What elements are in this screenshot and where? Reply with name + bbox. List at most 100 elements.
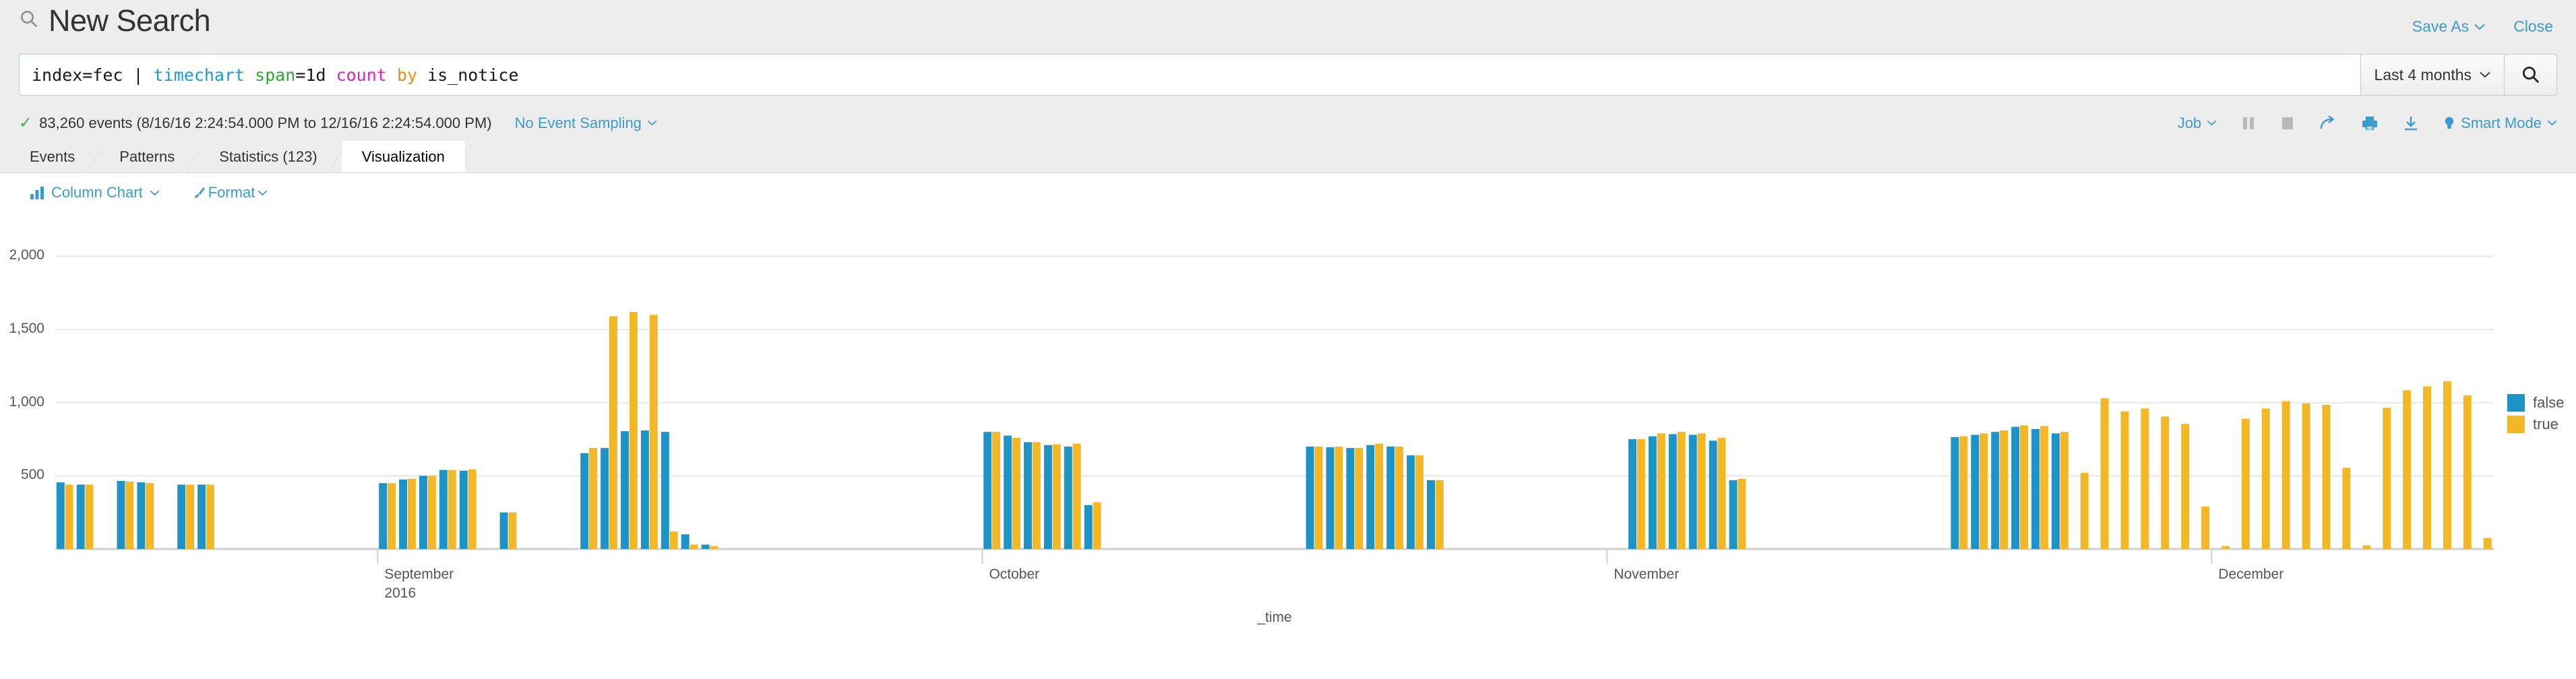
bar-true[interactable] <box>992 432 1001 549</box>
bar-false[interactable] <box>197 484 206 549</box>
bar-false[interactable] <box>419 476 427 549</box>
bar-true[interactable] <box>1435 480 1444 549</box>
save-as-button[interactable]: Save As <box>2412 18 2485 36</box>
bar-false[interactable] <box>1991 432 2000 549</box>
bar-true[interactable] <box>2100 398 2109 549</box>
bar-false[interactable] <box>1668 434 1677 549</box>
bar-true[interactable] <box>2221 546 2230 549</box>
search-mode-button[interactable]: Smart Mode <box>2443 115 2557 132</box>
bar-true[interactable] <box>125 482 134 549</box>
bar-true[interactable] <box>1335 446 1343 549</box>
bar-true[interactable] <box>2060 432 2068 549</box>
bar-false[interactable] <box>1729 480 1738 549</box>
bar-false[interactable] <box>1064 446 1072 549</box>
bar-true[interactable] <box>1415 455 1423 549</box>
bar-true[interactable] <box>1052 444 1061 549</box>
bar-true[interactable] <box>2040 426 2048 549</box>
bar-true[interactable] <box>65 484 73 549</box>
close-button[interactable]: Close <box>2513 18 2553 36</box>
bar-false[interactable] <box>1648 436 1657 549</box>
bar-true[interactable] <box>2141 408 2149 549</box>
bar-true[interactable] <box>1093 502 1101 549</box>
bar-false[interactable] <box>1709 441 1717 549</box>
time-range-picker[interactable]: Last 4 months <box>2360 54 2505 96</box>
bar-true[interactable] <box>669 531 678 549</box>
bar-false[interactable] <box>1043 445 1052 549</box>
column-chart-svg[interactable] <box>0 212 2576 589</box>
bar-false[interactable] <box>1407 455 1415 549</box>
bar-true[interactable] <box>1375 443 1384 549</box>
bar-true[interactable] <box>1012 437 1020 549</box>
bar-false[interactable] <box>2051 433 2060 549</box>
print-icon[interactable] <box>2361 115 2379 131</box>
bar-true[interactable] <box>1959 436 1968 549</box>
bar-true[interactable] <box>710 546 718 549</box>
bar-true[interactable] <box>689 544 698 549</box>
search-input[interactable]: index=fec | timechart span =1d count by i… <box>19 54 2360 96</box>
bar-true[interactable] <box>206 484 214 549</box>
bar-false[interactable] <box>1971 434 1980 549</box>
bar-false[interactable] <box>137 482 146 549</box>
bar-true[interactable] <box>2241 418 2250 549</box>
bar-false[interactable] <box>177 484 186 549</box>
bar-false[interactable] <box>439 470 448 549</box>
bar-true[interactable] <box>1980 433 1988 549</box>
bar-true[interactable] <box>629 312 638 549</box>
bar-false[interactable] <box>983 432 992 549</box>
bar-true[interactable] <box>468 469 477 549</box>
bar-true[interactable] <box>1314 446 1323 549</box>
bar-true[interactable] <box>1697 433 1706 549</box>
bar-true[interactable] <box>2261 408 2270 549</box>
bar-false[interactable] <box>1628 439 1637 549</box>
bar-false[interactable] <box>459 470 468 549</box>
bar-false[interactable] <box>1084 505 1093 549</box>
tab-statistics-123[interactable]: Statistics (123) <box>199 141 338 172</box>
bar-true[interactable] <box>2362 545 2371 549</box>
format-button[interactable]: Format <box>192 184 268 201</box>
bar-false[interactable] <box>681 534 689 549</box>
bar-false[interactable] <box>1386 446 1395 549</box>
bar-true[interactable] <box>1032 442 1041 549</box>
bar-false[interactable] <box>1004 435 1012 549</box>
bar-true[interactable] <box>2281 401 2290 549</box>
bar-true[interactable] <box>2080 473 2089 549</box>
bar-true[interactable] <box>609 316 617 549</box>
bar-true[interactable] <box>2201 506 2210 549</box>
bar-false[interactable] <box>1346 448 1355 549</box>
legend-item[interactable]: false <box>2507 394 2564 412</box>
bar-false[interactable] <box>499 512 508 549</box>
bar-true[interactable] <box>2302 403 2310 549</box>
search-submit-button[interactable] <box>2505 54 2557 96</box>
bar-true[interactable] <box>1395 446 1404 549</box>
legend-item[interactable]: true <box>2507 416 2564 433</box>
bar-true[interactable] <box>427 476 436 549</box>
bar-true[interactable] <box>1355 448 1363 549</box>
bar-true[interactable] <box>2342 467 2351 549</box>
tab-events[interactable]: Events <box>9 141 96 172</box>
bar-false[interactable] <box>640 430 649 549</box>
bar-true[interactable] <box>85 484 94 549</box>
bar-true[interactable] <box>2120 411 2129 549</box>
bar-false[interactable] <box>2011 426 2020 549</box>
bar-true[interactable] <box>2403 390 2412 549</box>
bar-false[interactable] <box>1688 434 1697 549</box>
bar-true[interactable] <box>649 315 658 549</box>
tab-visualization[interactable]: Visualization <box>341 141 465 172</box>
bar-true[interactable] <box>1636 439 1645 549</box>
bar-false[interactable] <box>701 544 710 549</box>
bar-false[interactable] <box>76 484 85 549</box>
bar-true[interactable] <box>2000 430 2008 549</box>
bar-true[interactable] <box>2383 408 2391 549</box>
bar-false[interactable] <box>117 480 125 549</box>
export-icon[interactable] <box>2403 115 2419 131</box>
bar-true[interactable] <box>589 448 598 549</box>
bar-false[interactable] <box>379 483 388 549</box>
bar-false[interactable] <box>1306 446 1314 549</box>
bar-true[interactable] <box>1717 437 1726 549</box>
bar-false[interactable] <box>2031 428 2040 549</box>
bar-true[interactable] <box>508 512 517 549</box>
bar-true[interactable] <box>2322 404 2331 549</box>
bar-false[interactable] <box>1326 447 1335 549</box>
share-icon[interactable] <box>2319 115 2337 131</box>
bar-false[interactable] <box>56 482 65 549</box>
